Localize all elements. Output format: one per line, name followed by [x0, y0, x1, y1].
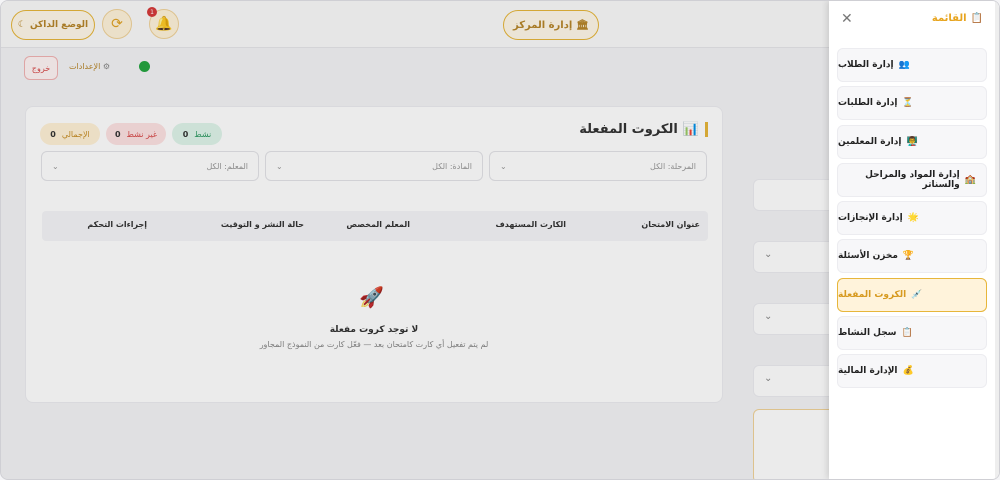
menu-item[interactable]: 🏆 مخزن الأسئلة	[837, 239, 987, 274]
menu-item[interactable]: 💉 الكروت المفعلة	[837, 277, 987, 312]
clipboard-icon: 📋	[970, 13, 983, 24]
menu-item-label: سجل النشاط	[838, 328, 897, 339]
menu-item[interactable]: 👨‍🏫 إدارة المعلمين	[837, 124, 987, 159]
close-icon[interactable]: ✕	[841, 11, 853, 27]
menu-item-icon: 🏆	[902, 251, 915, 262]
drawer-backdrop[interactable]	[1, 1, 829, 479]
menu-item-label: إدارة الطلاب	[838, 60, 894, 70]
menu-item-label: مخزن الأسئلة	[838, 251, 898, 262]
menu-item-icon: 🏫	[964, 174, 976, 185]
menu-item-label: إدارة المعلمين	[838, 136, 902, 147]
navigation-drawer: ✕ القائمة 📋 👥 إدارة الطلاب ⏳ إدارة الطلبات 👨…	[829, 1, 999, 479]
menu-item-icon: ⏳	[902, 98, 914, 109]
menu-item[interactable]: ⏳ إدارة الطلبات	[837, 86, 987, 121]
menu-item[interactable]: 🌟 إدارة الإنجازات	[837, 201, 987, 236]
menu-item[interactable]: 👥 إدارة الطلاب	[837, 48, 987, 82]
drawer-scrollbar[interactable]	[995, 1, 999, 479]
menu-item[interactable]: 💰 الإدارة المالية	[837, 354, 987, 389]
menu-item-icon: 💉	[911, 289, 923, 300]
menu-item-icon: 👨‍🏫	[906, 136, 918, 147]
drawer-menu: 👥 إدارة الطلاب ⏳ إدارة الطلبات 👨‍🏫 إدارة المع…	[837, 48, 987, 393]
menu-item-icon: 📋	[901, 328, 913, 339]
menu-item-label: إدارة الإنجازات	[838, 213, 903, 224]
menu-item-label: إدارة المواد والمراحل والسناتر	[865, 169, 960, 190]
menu-item-label: الكروت المفعلة	[838, 289, 907, 300]
drawer-title: القائمة 📋	[932, 13, 983, 24]
app-frame: ☾ الوضع الداكن ⟳ 🔔 1 إدارة المركز 🏛 خروج…	[0, 0, 1000, 480]
menu-item-label: الإدارة المالية	[838, 366, 898, 377]
menu-item-label: إدارة الطلبات	[838, 98, 898, 109]
menu-item-icon: 👥	[898, 60, 910, 70]
drawer-title-text: القائمة	[931, 13, 967, 24]
menu-item-icon: 🌟	[907, 213, 919, 224]
menu-item[interactable]: 📋 سجل النشاط	[837, 316, 987, 351]
menu-item[interactable]: 🏫 إدارة المواد والمراحل والسناتر	[837, 162, 987, 197]
menu-item-icon: 💰	[902, 366, 914, 377]
